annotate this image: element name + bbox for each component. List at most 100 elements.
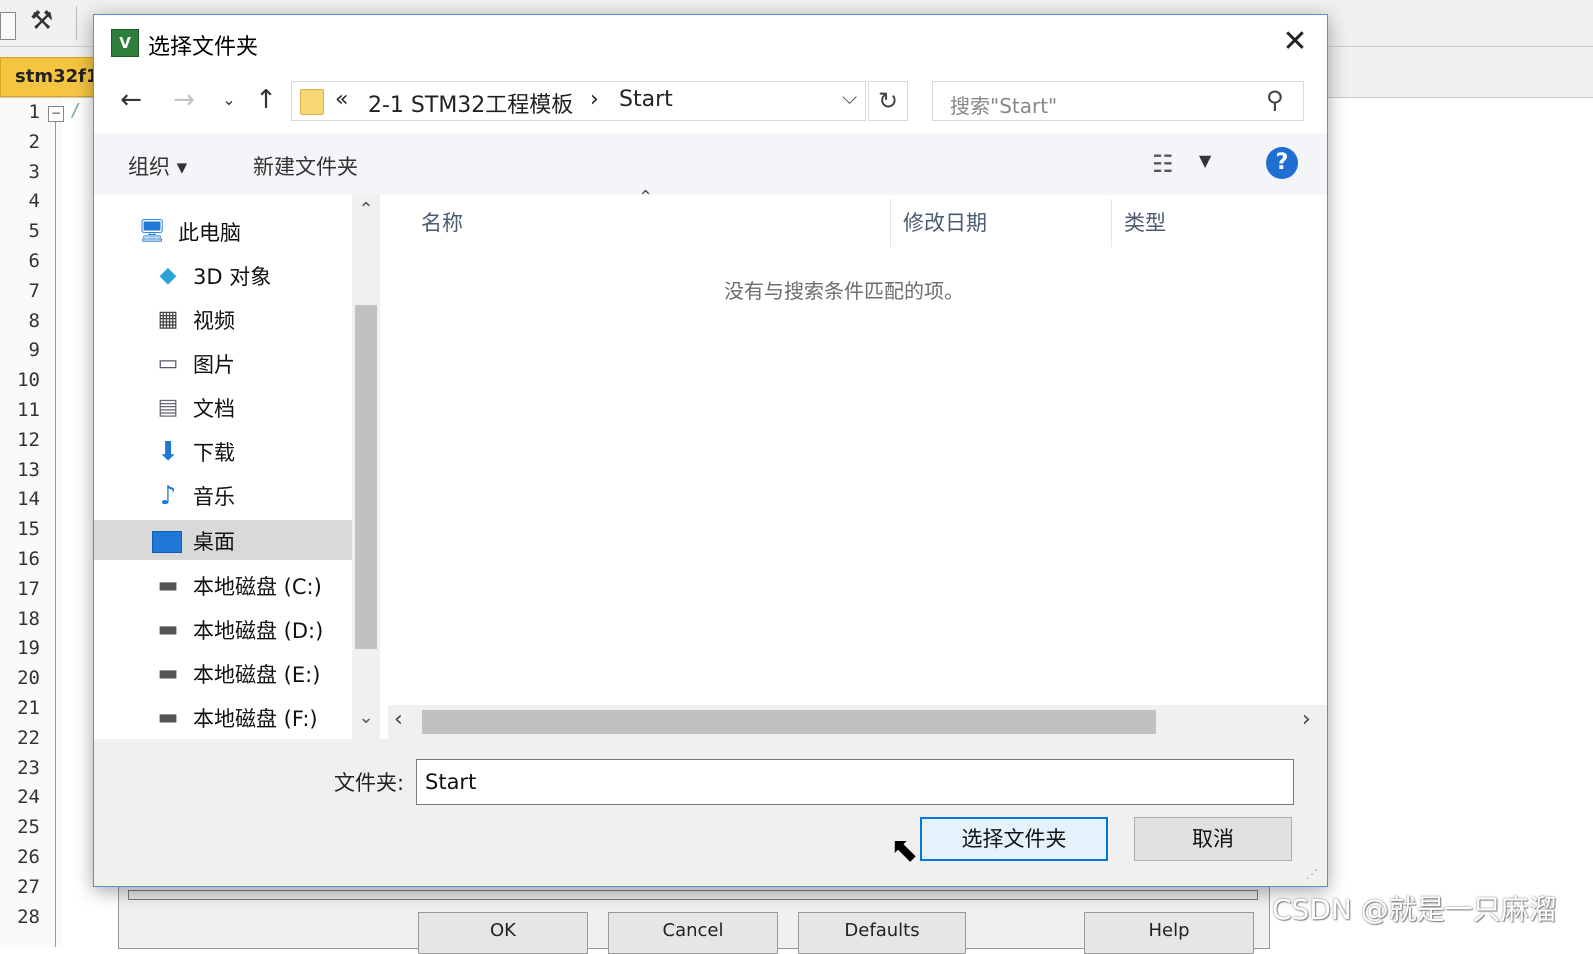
magic-wand-icon[interactable]: ⚒ xyxy=(30,6,53,36)
nav-item-label: 图片 xyxy=(193,353,235,377)
address-bar[interactable]: « 2-1 STM32工程模板 › Start ⌵ xyxy=(291,81,866,121)
file-list-scrollbar[interactable]: ‹ › xyxy=(388,705,1327,739)
nav-item-pictures[interactable]: ▭ 图片 xyxy=(94,343,352,383)
download-icon: ⬇ xyxy=(157,437,179,467)
new-folder-button[interactable]: 新建文件夹 xyxy=(253,151,358,181)
music-icon: ♪ xyxy=(159,481,177,511)
line-number: 22 xyxy=(17,726,40,749)
refresh-icon: ↻ xyxy=(877,87,899,115)
file-list: ⌃ 名称 修改日期 类型 没有与搜索条件匹配的项。 xyxy=(388,187,1327,739)
line-number: 24 xyxy=(17,786,40,809)
desktop-icon xyxy=(152,528,182,554)
defaults-button[interactable]: Defaults xyxy=(798,912,966,954)
empty-message: 没有与搜索条件匹配的项。 xyxy=(724,279,964,303)
nav-item-downloads[interactable]: ⬇ 下载 xyxy=(94,431,352,471)
search-input[interactable]: 搜索"Start" ⚲ xyxy=(932,81,1304,121)
scroll-up-icon[interactable]: ⌃ xyxy=(352,199,380,220)
chevron-down-icon[interactable]: ▼ xyxy=(1199,151,1211,170)
folder-name-input[interactable] xyxy=(416,759,1294,805)
breadcrumb-overflow[interactable]: « xyxy=(335,87,348,112)
select-folder-button[interactable]: 选择文件夹 xyxy=(920,817,1108,861)
line-number: 20 xyxy=(17,667,40,690)
picture-icon: ▭ xyxy=(157,351,179,376)
close-icon: ✕ xyxy=(1282,24,1308,59)
nav-item-3d-objects[interactable]: ◆ 3D 对象 xyxy=(94,255,352,295)
line-number: 26 xyxy=(17,845,40,868)
options-divider xyxy=(128,890,1258,900)
up-arrow-icon: ↑ xyxy=(255,85,277,115)
nav-item-drive-d[interactable]: ▬ 本地磁盘 (D:) xyxy=(94,609,352,649)
nav-item-label: 视频 xyxy=(193,309,235,333)
navigation-scrollbar[interactable]: ⌃ ⌄ xyxy=(352,195,380,739)
column-divider[interactable] xyxy=(1111,199,1112,247)
line-number: 18 xyxy=(17,607,40,630)
forward-arrow-icon: → xyxy=(173,85,195,115)
cancel-button[interactable]: 取消 xyxy=(1134,817,1292,861)
resize-grip-icon[interactable]: ⋰ xyxy=(1306,867,1318,881)
nav-item-drive-e[interactable]: ▬ 本地磁盘 (E:) xyxy=(94,653,352,693)
line-number: 5 xyxy=(28,220,40,243)
line-number: 27 xyxy=(17,875,40,898)
checkbox-icon[interactable] xyxy=(0,12,16,40)
breadcrumb-segment[interactable]: 2-1 STM32工程模板 xyxy=(368,87,573,119)
line-number: 8 xyxy=(28,309,40,332)
nav-item-documents[interactable]: ▤ 文档 xyxy=(94,387,352,427)
line-number: 1 xyxy=(28,101,40,123)
line-number: 7 xyxy=(28,279,40,302)
forward-button[interactable]: → xyxy=(167,83,201,117)
nav-item-music[interactable]: ♪ 音乐 xyxy=(94,475,352,515)
nav-item-drive-c[interactable]: ▬ 本地磁盘 (C:) xyxy=(94,565,352,605)
line-number: 9 xyxy=(28,339,40,362)
nav-item-drive-f[interactable]: ▬ 本地磁盘 (F:) xyxy=(94,697,352,737)
help-icon[interactable]: ? xyxy=(1266,147,1298,179)
refresh-button[interactable]: ↻ xyxy=(868,81,908,121)
nav-item-label: 下载 xyxy=(193,441,235,465)
view-options-icon[interactable]: ☷ xyxy=(1152,150,1174,178)
scroll-left-icon[interactable]: ‹ xyxy=(394,707,403,732)
fold-toggle-icon[interactable]: − xyxy=(48,106,64,122)
nav-item-label: 本地磁盘 (C:) xyxy=(193,575,322,599)
line-numbers: 1 2 3 4 5 6 7 8 9 10 11 12 13 14 15 16 17 18 19 20 21 22 23 24 2… xyxy=(0,98,40,932)
line-number: 13 xyxy=(17,458,40,481)
chevron-down-icon[interactable]: ⌵ xyxy=(842,85,857,109)
fold-guide xyxy=(55,122,56,947)
cancel-options-button[interactable]: Cancel xyxy=(608,912,778,954)
ok-button[interactable]: OK xyxy=(418,912,588,954)
dialog-footer: 文件夹: 选择文件夹 取消 ⋰ xyxy=(94,739,1327,886)
search-icon[interactable]: ⚲ xyxy=(1266,86,1284,114)
nav-item-this-pc[interactable]: 🖥 此电脑 xyxy=(94,211,352,251)
nav-item-label: 3D 对象 xyxy=(193,265,272,289)
nav-item-label: 文档 xyxy=(193,397,235,421)
column-header-modified[interactable]: 修改日期 xyxy=(903,207,987,237)
column-header-name[interactable]: 名称 xyxy=(421,207,463,237)
scroll-right-icon[interactable]: › xyxy=(1302,707,1311,732)
app-icon: V xyxy=(111,29,139,57)
back-button[interactable]: ← xyxy=(114,83,148,117)
nav-item-label: 本地磁盘 (F:) xyxy=(193,707,318,731)
drive-icon: ▬ xyxy=(157,661,179,686)
recent-locations-button[interactable]: ⌄ xyxy=(212,83,246,117)
scrollbar-thumb[interactable] xyxy=(355,305,377,649)
line-number: 28 xyxy=(17,905,40,928)
up-button[interactable]: ↑ xyxy=(249,83,283,117)
line-number: 10 xyxy=(17,369,40,392)
scrollbar-thumb[interactable] xyxy=(422,710,1156,734)
nav-item-label: 本地磁盘 (D:) xyxy=(193,619,324,643)
breadcrumb-separator[interactable]: › xyxy=(590,87,599,112)
breadcrumb-segment[interactable]: Start xyxy=(619,87,673,112)
navigation-bar: ← → ⌄ ↑ « 2-1 STM32工程模板 › Start ⌵ ↻ 搜索"S… xyxy=(94,73,1327,133)
scroll-down-icon[interactable]: ⌄ xyxy=(352,707,380,728)
organize-menu[interactable]: 组织 ▾ xyxy=(128,151,187,181)
line-number: 17 xyxy=(17,577,40,600)
close-button[interactable]: ✕ xyxy=(1270,23,1320,63)
video-icon: ▦ xyxy=(157,307,179,332)
line-number: 3 xyxy=(28,160,40,183)
column-divider[interactable] xyxy=(890,199,891,247)
line-number: 2 xyxy=(28,130,40,153)
nav-item-videos[interactable]: ▦ 视频 xyxy=(94,299,352,339)
help-options-button[interactable]: Help xyxy=(1084,912,1254,954)
column-header-type[interactable]: 类型 xyxy=(1124,207,1166,237)
dialog-titlebar: V 选择文件夹 ✕ xyxy=(94,15,1327,71)
chevron-down-icon: ⌄ xyxy=(222,90,236,109)
nav-item-desktop[interactable]: 桌面 xyxy=(94,520,352,560)
